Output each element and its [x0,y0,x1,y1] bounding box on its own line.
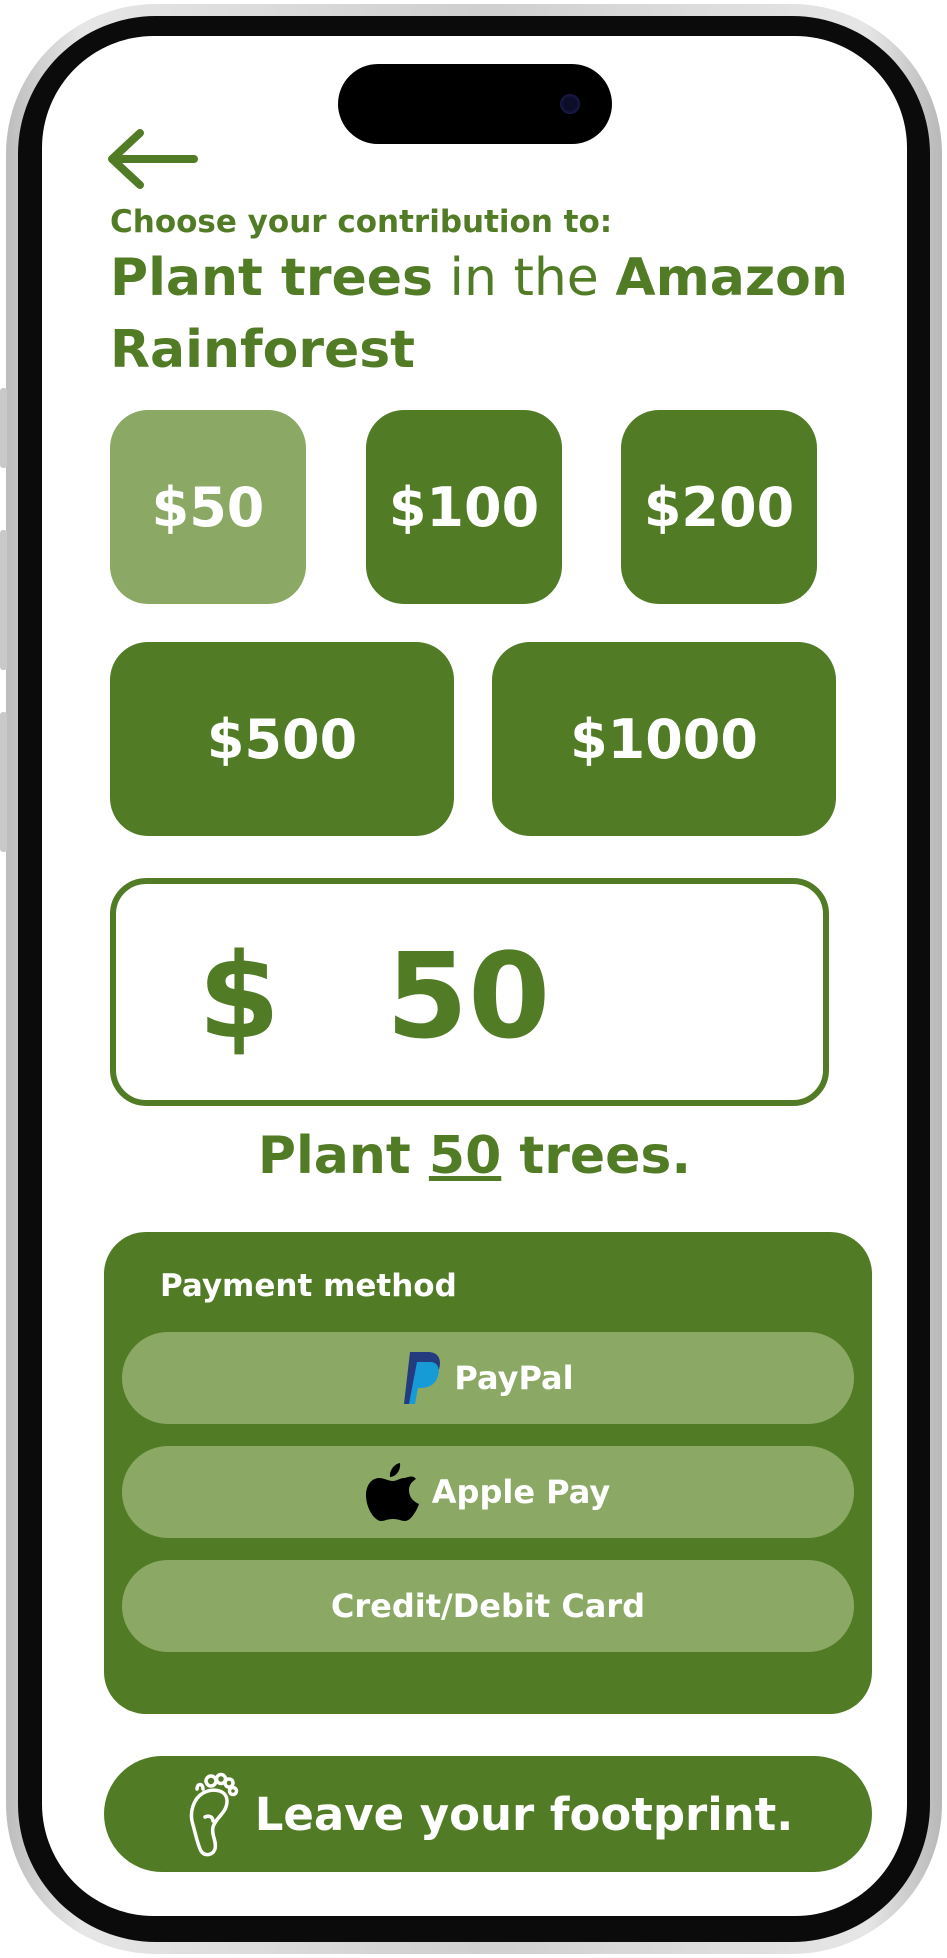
footprint-icon [183,1769,241,1859]
side-button [0,530,7,670]
amount-option-1000[interactable]: $1000 [492,642,836,836]
side-button [0,712,7,852]
camera-icon [560,94,580,114]
page-title: Plant trees in the Amazon Rainforest [110,242,870,386]
custom-amount-field[interactable]: $ [110,878,829,1106]
currency-symbol: $ [198,927,281,1065]
tree-count: 50 [428,1126,502,1186]
dynamic-island [338,64,612,144]
title-part-1: Plant trees [110,248,433,308]
payment-method-panel: Payment method PayPal Apple Pay Credit/D… [104,1232,872,1714]
payment-method-title: Payment method [160,1268,457,1304]
tree-summary-suffix: trees. [501,1126,692,1186]
amount-option-500[interactable]: $500 [110,642,454,836]
amount-option-100[interactable]: $100 [366,410,562,604]
title-part-2: in the [433,248,616,308]
tree-summary: Plant 50 trees. [42,1126,907,1186]
tree-summary-prefix: Plant [257,1126,429,1186]
card-label: Credit/Debit Card [330,1587,646,1625]
contribution-subtitle: Choose your contribution to: [110,204,613,240]
apple-icon [365,1461,420,1523]
app-screen: Choose your contribution to: Plant trees… [42,36,907,1916]
paypal-button[interactable]: PayPal [122,1332,854,1424]
amount-input[interactable] [386,926,806,1066]
card-button[interactable]: Credit/Debit Card [122,1560,854,1652]
side-button [0,388,7,468]
apple-pay-button[interactable]: Apple Pay [122,1446,854,1538]
amount-option-200[interactable]: $200 [621,410,817,604]
amount-option-50[interactable]: $50 [110,410,306,604]
cta-label: Leave your footprint. [254,1787,794,1841]
leave-footprint-button[interactable]: Leave your footprint. [104,1756,872,1872]
paypal-icon [402,1350,442,1406]
paypal-label: PayPal [454,1359,574,1397]
back-arrow-icon[interactable] [102,124,202,194]
apple-pay-label: Apple Pay [431,1473,611,1511]
